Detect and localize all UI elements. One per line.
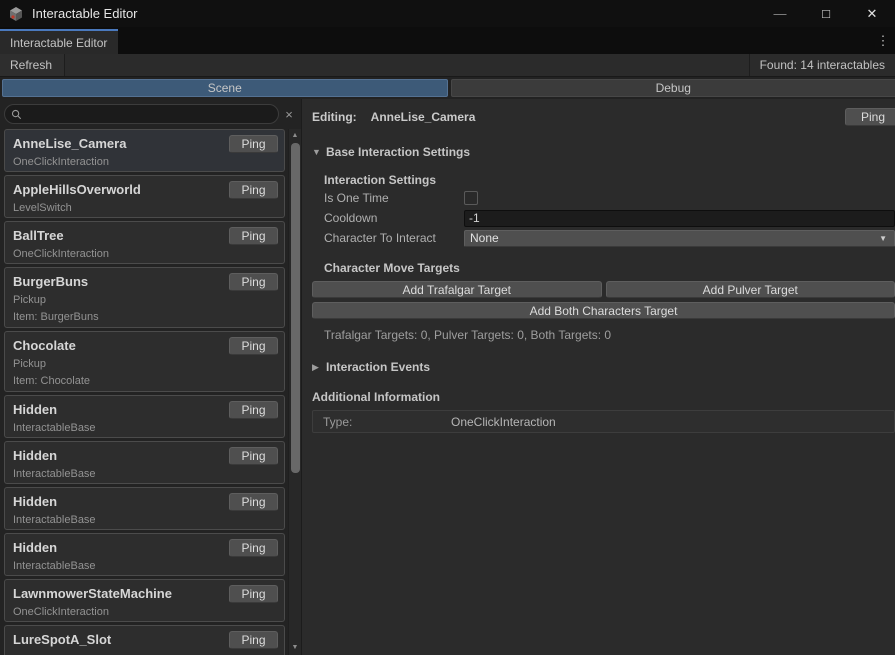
window-titlebar: Interactable Editor — □ ✕: [0, 0, 895, 27]
dock-tab-interactable-editor[interactable]: Interactable Editor: [0, 29, 118, 54]
editor-panel: Editing: AnneLise_Camera Ping ▼ Base Int…: [302, 99, 895, 655]
interactable-type: Pickup: [13, 358, 276, 370]
list-item[interactable]: Chocolate Ping Pickup Item: Chocolate: [4, 331, 285, 392]
search-clear-icon[interactable]: ×: [279, 107, 299, 122]
search-row: ×: [0, 99, 301, 129]
search-box[interactable]: [4, 104, 279, 124]
base-settings-body: Interaction Settings Is One Time Cooldow…: [324, 173, 895, 342]
list-item[interactable]: BurgerBuns Ping Pickup Item: BurgerBuns: [4, 267, 285, 328]
close-icon[interactable]: ✕: [849, 0, 895, 27]
interaction-settings-header: Interaction Settings: [324, 173, 895, 187]
list-item[interactable]: AnneLise_Camera Ping OneClickInteraction: [4, 129, 285, 172]
maximize-icon[interactable]: □: [803, 0, 849, 27]
character-to-interact-label: Character To Interact: [324, 231, 464, 245]
add-pulver-target-button[interactable]: Add Pulver Target: [606, 281, 895, 298]
scroll-down-icon[interactable]: ▼: [292, 643, 299, 653]
cooldown-label: Cooldown: [324, 211, 464, 225]
foldout-open-icon: ▼: [312, 147, 326, 157]
ping-button[interactable]: Ping: [229, 539, 278, 557]
interaction-events-foldout[interactable]: ▶ Interaction Events: [312, 360, 895, 374]
dock-tab-bar: Interactable Editor ⋮: [0, 27, 895, 54]
dock-menu-icon[interactable]: ⋮: [875, 27, 891, 54]
cooldown-row: Cooldown: [324, 209, 895, 227]
type-label: Type:: [323, 415, 451, 429]
ping-button[interactable]: Ping: [229, 401, 278, 419]
dropdown-value: None: [470, 231, 499, 245]
search-icon: [11, 109, 22, 120]
is-one-time-label: Is One Time: [324, 191, 464, 205]
interactable-item-line: Item: BurgerBuns: [13, 311, 276, 323]
scroll-up-icon[interactable]: ▲: [292, 131, 299, 141]
list-scrollbar[interactable]: ▲ ▼: [288, 129, 301, 655]
main-area: × AnneLise_Camera Ping OneClickInteracti…: [0, 99, 895, 655]
foldout-closed-icon: ▶: [312, 362, 326, 373]
list-item[interactable]: Hidden Ping InteractableBase: [4, 533, 285, 576]
list-item[interactable]: LureSpotA_Slot Ping: [4, 625, 285, 655]
targets-stats-label: Trafalgar Targets: 0, Pulver Targets: 0,…: [324, 328, 895, 342]
character-to-interact-dropdown[interactable]: None ▼: [464, 230, 895, 247]
ping-button[interactable]: Ping: [229, 493, 278, 511]
interactable-type: InteractableBase: [13, 468, 276, 480]
character-to-interact-row: Character To Interact None ▼: [324, 229, 895, 247]
editing-header: Editing: AnneLise_Camera Ping: [312, 107, 895, 127]
ping-button[interactable]: Ping: [229, 447, 278, 465]
character-move-targets-header: Character Move Targets: [324, 261, 895, 275]
scene-list-panel: × AnneLise_Camera Ping OneClickInteracti…: [0, 99, 302, 655]
cooldown-field[interactable]: [464, 210, 895, 227]
interactable-type: InteractableBase: [13, 560, 276, 572]
interactable-list: AnneLise_Camera Ping OneClickInteraction…: [0, 129, 288, 655]
list-item[interactable]: Hidden Ping InteractableBase: [4, 487, 285, 530]
interactable-type: Pickup: [13, 294, 276, 306]
interactable-type: InteractableBase: [13, 422, 276, 434]
type-info-row: Type: OneClickInteraction: [312, 410, 895, 433]
tab-scene[interactable]: Scene: [2, 79, 448, 97]
base-interaction-settings-foldout[interactable]: ▼ Base Interaction Settings: [312, 145, 895, 159]
add-trafalgar-target-button[interactable]: Add Trafalgar Target: [312, 281, 602, 298]
interactable-type: InteractableBase: [13, 514, 276, 526]
interactable-type: LevelSwitch: [13, 202, 276, 214]
foldout-label: Interaction Events: [326, 360, 430, 374]
minimize-icon[interactable]: —: [757, 0, 803, 27]
foldout-label: Base Interaction Settings: [326, 145, 470, 159]
ping-button[interactable]: Ping: [845, 108, 895, 126]
list-item[interactable]: LawnmowerStateMachine Ping OneClickInter…: [4, 579, 285, 622]
ping-button[interactable]: Ping: [229, 337, 278, 355]
tab-debug[interactable]: Debug: [451, 79, 895, 97]
ping-button[interactable]: Ping: [229, 181, 278, 199]
list-item[interactable]: AppleHillsOverworld Ping LevelSwitch: [4, 175, 285, 218]
interactable-item-line: Item: Chocolate: [13, 375, 276, 387]
ping-button[interactable]: Ping: [229, 227, 278, 245]
is-one-time-row: Is One Time: [324, 189, 895, 207]
type-value: OneClickInteraction: [451, 415, 556, 429]
chevron-down-icon: ▼: [879, 234, 889, 243]
scrollbar-thumb[interactable]: [291, 143, 300, 473]
ping-button[interactable]: Ping: [229, 631, 278, 649]
editing-label: Editing:: [312, 110, 357, 124]
list-item[interactable]: Hidden Ping InteractableBase: [4, 395, 285, 438]
ping-button[interactable]: Ping: [229, 585, 278, 603]
window-title: Interactable Editor: [32, 6, 138, 21]
app-icon: [8, 6, 24, 22]
scrollbar-track[interactable]: [291, 141, 300, 643]
move-target-buttons: Add Trafalgar Target Add Pulver Target: [312, 281, 895, 298]
list-item[interactable]: Hidden Ping InteractableBase: [4, 441, 285, 484]
found-count-label: Found: 14 interactables: [749, 54, 895, 76]
interactable-type: OneClickInteraction: [13, 606, 276, 618]
add-both-characters-target-button[interactable]: Add Both Characters Target: [312, 302, 895, 319]
toolbar: Refresh Found: 14 interactables: [0, 54, 895, 77]
additional-information-header: Additional Information: [312, 390, 895, 404]
refresh-button[interactable]: Refresh: [0, 54, 65, 76]
list-wrap: AnneLise_Camera Ping OneClickInteraction…: [0, 129, 301, 655]
is-one-time-checkbox[interactable]: [464, 191, 478, 205]
ping-button[interactable]: Ping: [229, 135, 278, 153]
list-item[interactable]: BallTree Ping OneClickInteraction: [4, 221, 285, 264]
ping-button[interactable]: Ping: [229, 273, 278, 291]
dock-tab-label: Interactable Editor: [10, 36, 107, 50]
interactable-type: OneClickInteraction: [13, 248, 276, 260]
search-input[interactable]: [26, 107, 272, 121]
view-tab-bar: Scene Debug: [0, 77, 895, 99]
editing-value: AnneLise_Camera: [371, 110, 476, 124]
interactable-type: OneClickInteraction: [13, 156, 276, 168]
